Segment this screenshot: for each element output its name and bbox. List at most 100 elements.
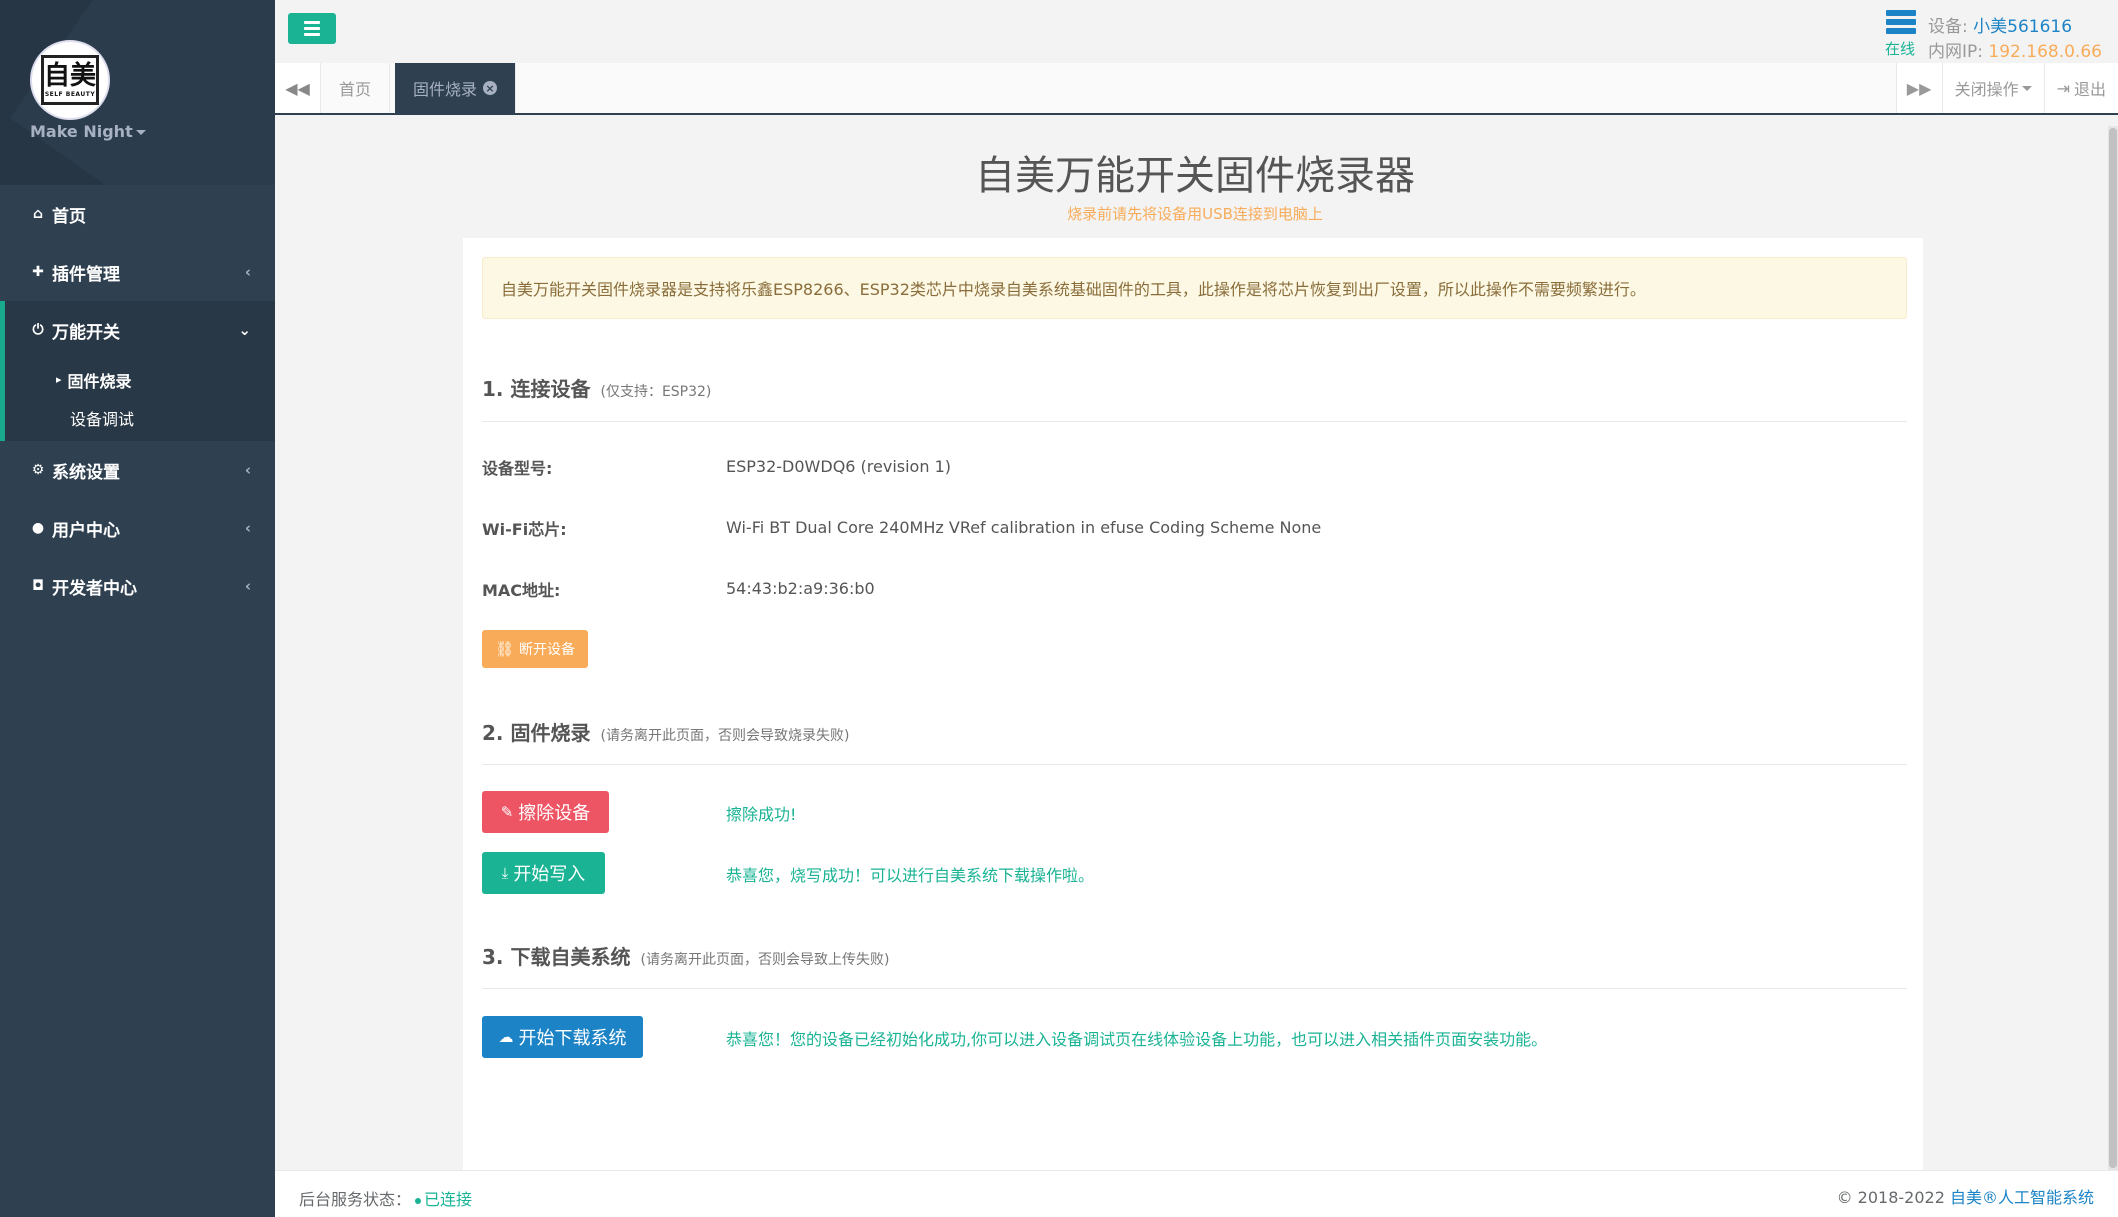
sidebar-item-label: 开发者中心 [52,578,137,599]
section-title-text: 1. 连接设备 [482,377,591,401]
logout-label: 退出 [2073,80,2106,99]
chevron-down-icon: ⌄ [238,321,251,339]
ip-info: 内网IP: 192.168.0.66 [1928,37,2102,62]
erase-device-button[interactable]: ✎ 擦除设备 [482,791,609,833]
page-title: 自美万能开关固件烧录器 [975,153,1415,199]
user-menu[interactable]: Make Night [30,122,146,141]
model-label: 设备型号: [482,459,553,478]
status-label: 后台服务状态： [299,1190,412,1209]
mac-label: MAC地址: [482,581,561,600]
info-alert: 自美万能开关固件烧录器是支持将乐鑫ESP8266、ESP32类芯片中烧录自美系统… [482,257,1907,319]
wifi-value: Wi-Fi BT Dual Core 240MHz VRef calibrati… [726,518,1322,537]
erase-label: 擦除设备 [518,803,591,824]
chevron-left-icon: ‹ [244,461,251,479]
tab-scroll-right-button[interactable]: ▶▶ [1895,63,1942,113]
cloud-download-icon: ☁ [498,1028,514,1046]
sidebar-item-label: 万能开关 [52,322,120,343]
close-icon[interactable]: × [483,81,498,95]
write-message: 恭喜您，烧写成功！可以进行自美系统下载操作啦。 [726,866,1095,885]
home-icon: ⌂ [32,206,44,222]
footer: 后台服务状态： 已连接 © 2018-2022 自美®人工智能系统 [275,1170,2118,1217]
disconnect-button[interactable]: ⛓ 断开设备 [482,630,588,668]
sidebar-item-plugins[interactable]: ✚ 插件管理 ‹ [0,243,275,301]
tab-scroll-left-button[interactable]: ◀◀ [275,63,321,113]
page-scrollbar[interactable] [2108,126,2118,1170]
main-content: 自美万能开关固件烧录器 烧录前请先将设备用USB连接到电脑上 自美万能开关固件烧… [275,115,2118,1210]
sidebar-item-users[interactable]: ● 用户中心 ‹ [0,499,275,557]
status-dot-icon [415,1197,422,1204]
gear-icon: ⚙ [31,462,45,478]
tab-right-tools: ▶▶ 关闭操作 ⇥ 退出 [1895,63,2118,113]
ip-label: 内网IP: [1928,42,1983,62]
chevron-left-icon: ‹ [244,519,251,537]
alert-text: 自美万能开关固件烧录器是支持将乐鑫ESP8266、ESP32类芯片中烧录自美系统… [501,280,1646,299]
ip-value: 192.168.0.66 [1988,42,2102,62]
chevron-left-icon: ‹ [244,263,251,281]
sidebar-group-switch: ⏻ 万能开关 ⌄ 固件烧录 设备调试 [0,301,275,441]
sidebar: 自美 SELF BEAUTY Make Night ⌂ 首页 ✚ 插件管理 ‹ … [0,0,275,1217]
sign-out-icon: ⇥ [2056,78,2070,98]
section-note: (仅支持：ESP32) [600,384,712,400]
sidebar-item-label: 系统设置 [52,462,120,483]
sidebar-header: 自美 SELF BEAUTY Make Night [0,0,275,185]
section-connect-title: 1. 连接设备 (仅支持：ESP32) [482,373,711,402]
power-icon: ⏻ [32,322,44,338]
mac-value: 54:43:b2:a9:36:b0 [726,579,875,598]
start-write-button[interactable]: ⤓ 开始写入 [482,852,605,894]
puzzle-icon: ✚ [32,264,44,280]
sidebar-item-switch[interactable]: ⏻ 万能开关 ⌄ [5,301,275,359]
sidebar-subitem-label: 固件烧录 [67,371,132,391]
menu-toggle-button[interactable] [288,13,336,44]
logo[interactable]: 自美 SELF BEAUTY [30,40,110,120]
copyright: © 2018-2022 自美®人工智能系统 [1837,1184,2094,1208]
sidebar-item-developer[interactable]: ◘ 开发者中心 ‹ [0,557,275,615]
brand-link[interactable]: 自美®人工智能系统 [1950,1188,2094,1207]
sidebar-item-label: 插件管理 [52,264,120,285]
section-title-text: 2. 固件烧录 [482,721,591,745]
sidebar-item-home[interactable]: ⌂ 首页 [0,185,275,243]
close-operations-label: 关闭操作 [1954,80,2019,99]
caret-down-icon [2021,85,2032,91]
user-icon: ● [31,520,45,536]
logo-subtext: SELF BEAUTY [44,90,96,98]
section-title-text: 3. 下载自美系统 [482,945,631,969]
sidebar-subitem-label: 设备调试 [70,409,135,429]
topbar: 在线 设备: 小美561616 内网IP: 192.168.0.66 [275,0,2118,63]
tab-label: 固件烧录 [413,80,478,99]
erase-message: 擦除成功! [726,805,797,824]
copyright-text: © 2018-2022 [1836,1188,1945,1207]
download-icon: ⤓ [501,864,509,882]
sidebar-item-settings[interactable]: ⚙ 系统设置 ‹ [0,441,275,499]
user-name: Make Night [30,122,133,141]
device-info: 设备: 小美561616 [1928,12,2072,37]
firmware-card: 自美万能开关固件烧录器是支持将乐鑫ESP8266、ESP32类芯片中烧录自美系统… [463,238,1923,1210]
section-note: (请务离开此页面，否则会导致烧录失败) [600,728,850,744]
github-icon: ◘ [32,578,44,594]
divider [482,764,1907,765]
status-value: 已连接 [424,1190,473,1209]
wifi-label: Wi-Fi芯片: [482,520,567,539]
write-label: 开始写入 [513,864,586,885]
tab-bar: ◀◀ 首页 固件烧录 × ▶▶ 关闭操作 ⇥ 退出 [275,63,2118,115]
logo-text: 自美 [44,60,97,91]
caret-down-icon [135,130,146,135]
close-operations-dropdown[interactable]: 关闭操作 [1941,63,2044,113]
eraser-icon: ✎ [500,803,514,821]
tab-home[interactable]: 首页 [321,63,391,113]
download-message: 恭喜您！您的设备已经初始化成功,你可以进入设备调试页在线体验设备上功能，也可以进… [726,1030,1548,1049]
service-status: 后台服务状态： 已连接 [299,1186,472,1210]
tab-firmware[interactable]: 固件烧录 × [395,63,517,113]
section-download-title: 3. 下载自美系统 (请务离开此页面，否则会导致上传失败) [482,941,889,970]
sidebar-item-label: 用户中心 [52,520,120,541]
download-label: 开始下载系统 [518,1028,627,1049]
sidebar-subitem-firmware[interactable]: 固件烧录 [5,359,275,400]
section-firmware-title: 2. 固件烧录 (请务离开此页面，否则会导致烧录失败) [482,717,849,746]
tab-label: 首页 [339,80,372,99]
download-system-button[interactable]: ☁ 开始下载系统 [482,1016,643,1058]
section-note: (请务离开此页面，否则会导致上传失败) [640,952,890,968]
sidebar-subitem-debug[interactable]: 设备调试 [5,400,275,441]
logout-button[interactable]: ⇥ 退出 [2043,63,2118,113]
sidebar-item-label: 首页 [52,206,86,227]
page-subtitle: 烧录前请先将设备用USB连接到电脑上 [1067,205,1323,223]
online-status: 在线 [1885,40,1916,58]
